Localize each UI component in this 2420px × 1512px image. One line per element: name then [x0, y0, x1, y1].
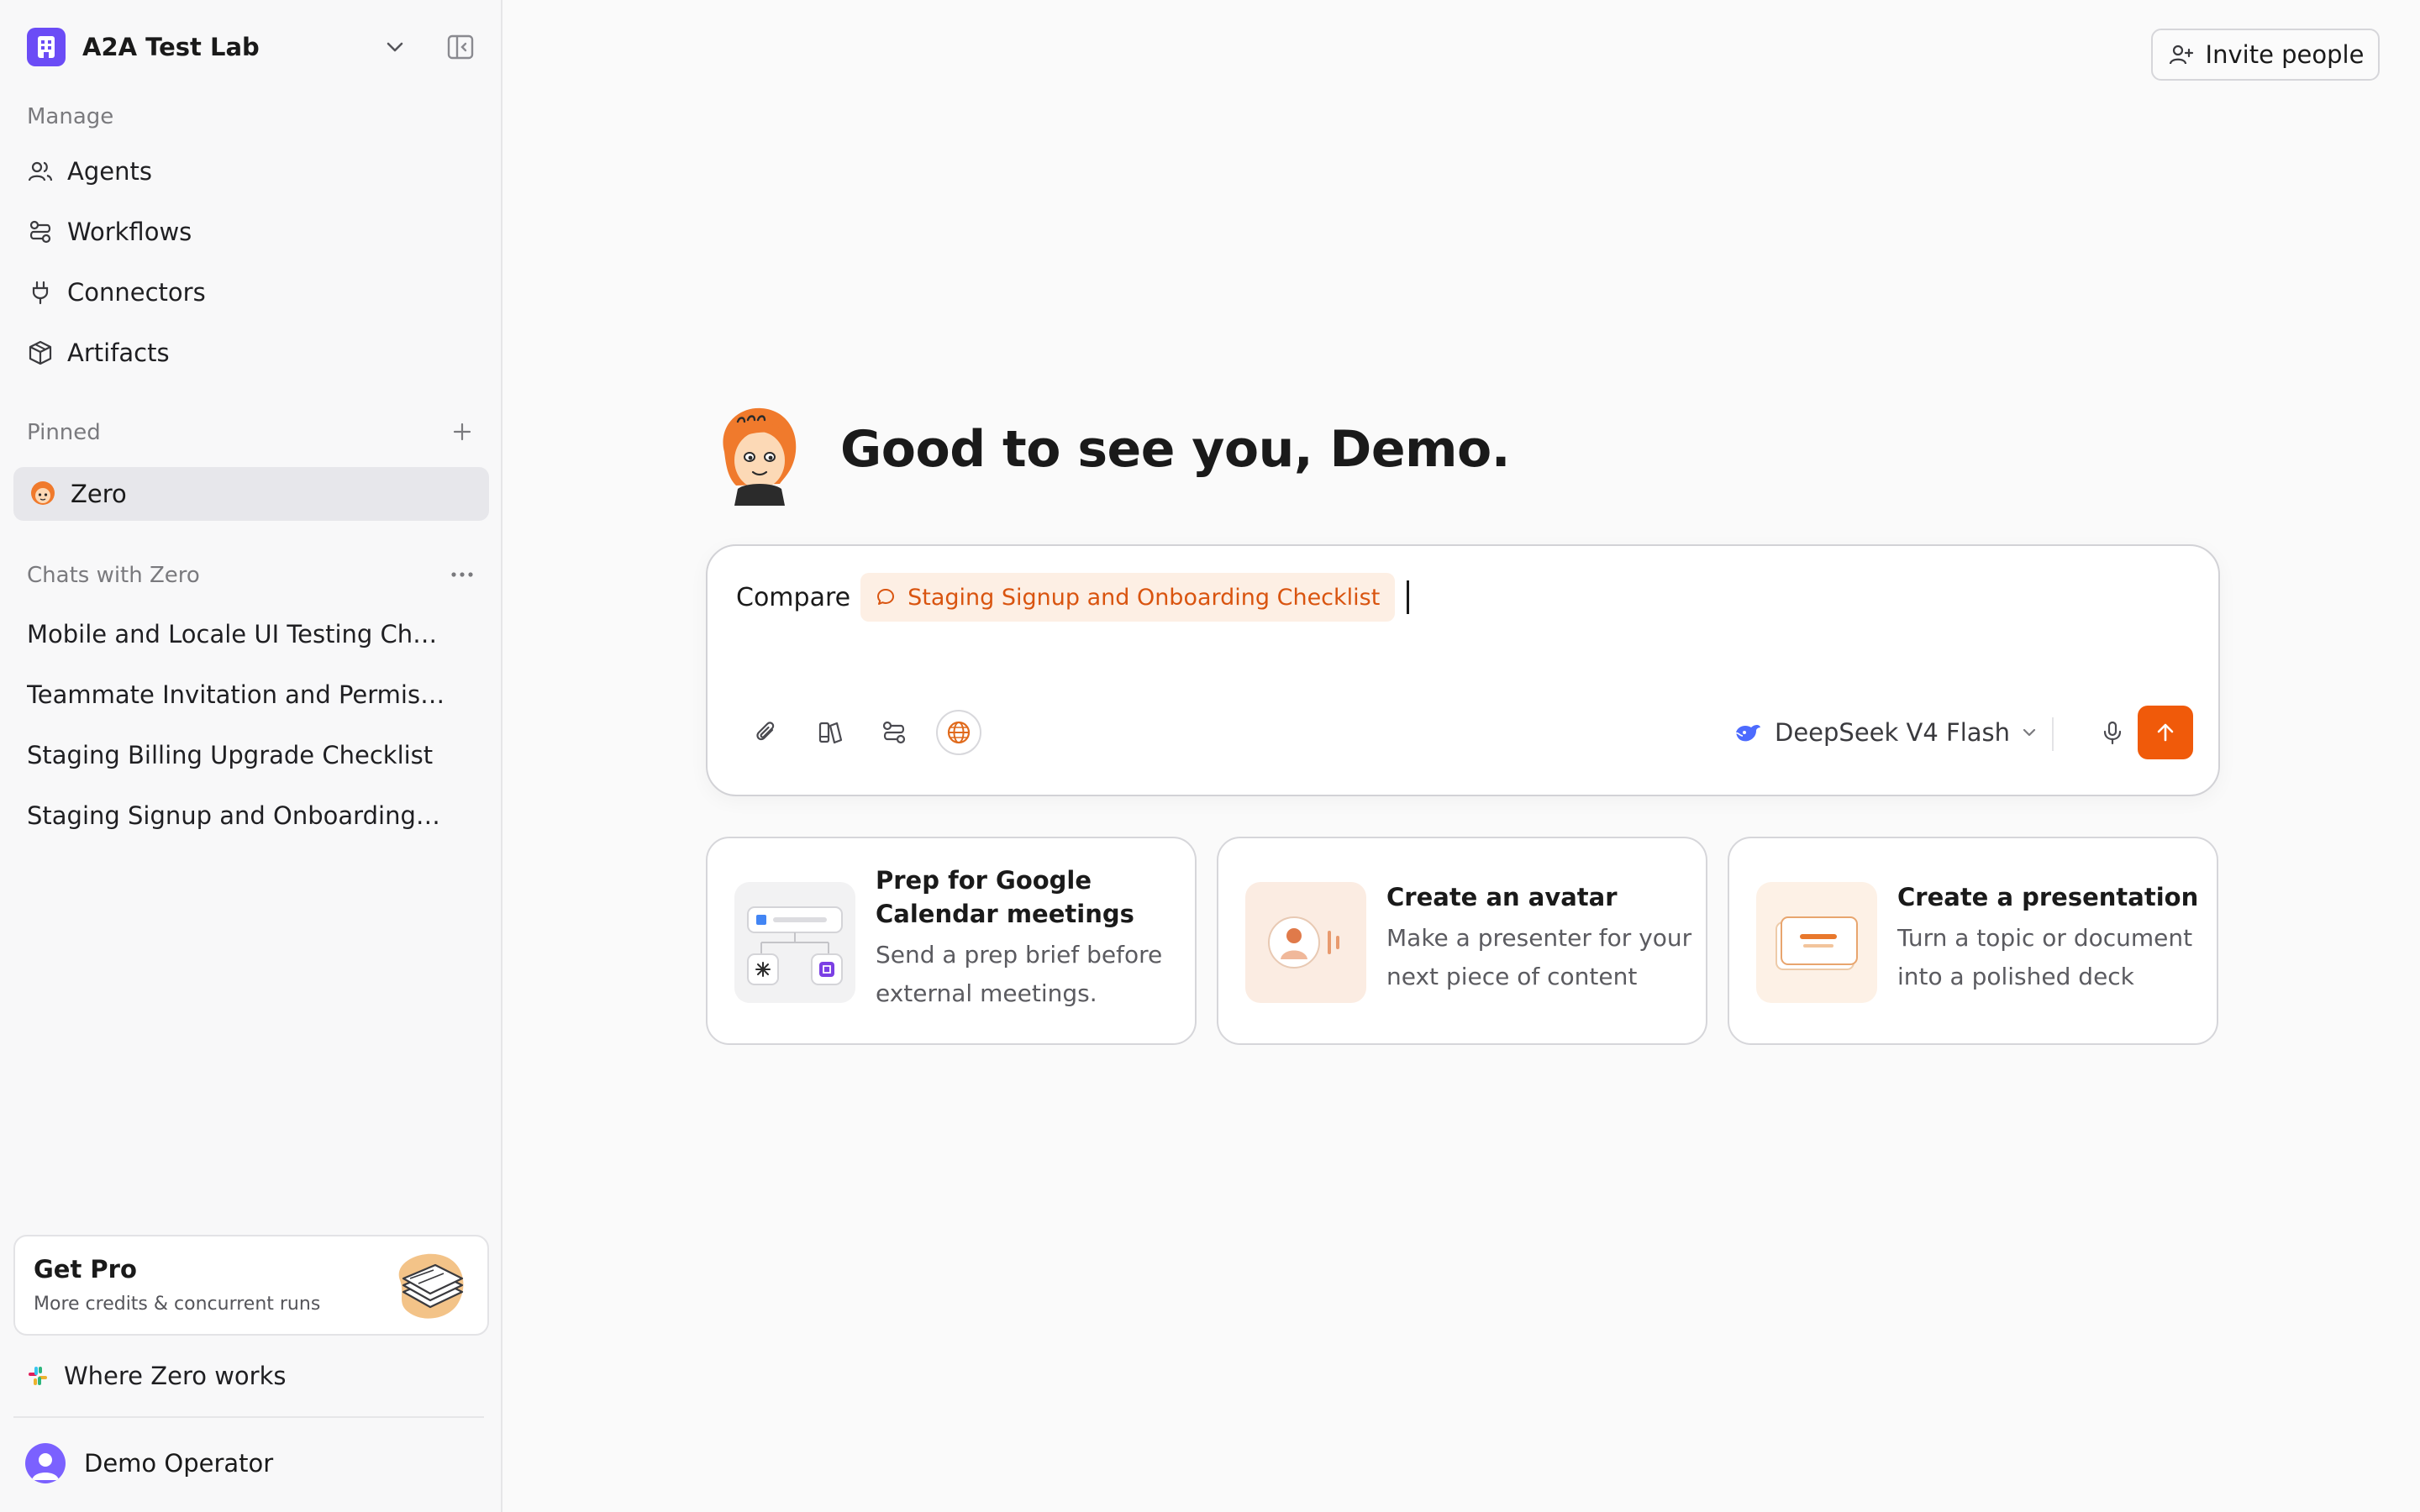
workflow-icon: [29, 220, 51, 244]
deepseek-whale-icon: [1733, 725, 1760, 742]
plug-icon: [32, 281, 49, 305]
chat-item[interactable]: Mobile and Locale UI Testing Chec...: [27, 620, 447, 648]
users-icon: [28, 161, 53, 181]
text-caret: [1407, 580, 1410, 614]
voice-input-button[interactable]: [2094, 714, 2131, 751]
card-title: Create an avatar: [1386, 883, 1618, 911]
pro-subtitle: More credits & concurrent runs: [34, 1294, 321, 1315]
send-button[interactable]: [2138, 706, 2193, 759]
chevron-down-icon: [2023, 728, 2036, 737]
model-selector[interactable]: DeepSeek V4 Flash: [1733, 714, 2040, 751]
manage-label: Manage: [27, 104, 114, 129]
arrow-up-icon: [2157, 723, 2174, 742]
pinned-label: Pinned: [27, 420, 101, 445]
calendar-flow-icon: [734, 882, 855, 1003]
sidebar-item-workflows[interactable]: Workflows: [27, 210, 481, 254]
zero-mascot-icon: [723, 407, 797, 506]
slack-icon: [29, 1367, 47, 1385]
chat-item[interactable]: Teammate Invitation and Permissi...: [27, 680, 447, 709]
chat-item[interactable]: Staging Signup and Onboarding C...: [27, 801, 447, 830]
composer-text: Compare: [736, 582, 851, 612]
presentation-deck-icon: [1756, 882, 1877, 1003]
chat-bubble-icon: [877, 589, 895, 605]
suggestion-card-presentation[interactable]: Create a presentation Turn a topic or do…: [1728, 837, 2218, 1045]
book-icon: [818, 722, 843, 744]
invite-label: Invite people: [2205, 40, 2365, 69]
card-description: Make a presenter for your next piece of …: [1386, 924, 1692, 990]
sidebar-item-label: Artifacts: [67, 339, 170, 367]
sidebar-item-label: Agents: [67, 157, 152, 186]
library-button[interactable]: [812, 714, 849, 751]
sidebar-item-agents[interactable]: Agents: [27, 150, 481, 193]
where-zero-works-link[interactable]: Where Zero works: [25, 1359, 286, 1393]
composer-input[interactable]: Compare Staging Signup and Onboarding Ch…: [736, 573, 1410, 622]
globe-icon: [947, 721, 971, 744]
sidebar-item-artifacts[interactable]: Artifacts: [27, 331, 481, 375]
stack-illustration-icon: [398, 1253, 464, 1319]
card-description: Turn a topic or document into a polished…: [1897, 924, 2193, 990]
get-pro-card[interactable]: Get Pro More credits & concurrent runs: [13, 1235, 489, 1336]
suggestion-card-calendar[interactable]: Prep for Google Calendar meetings Send a…: [706, 837, 1197, 1045]
workspace-switcher[interactable]: A2A Test Lab: [27, 27, 476, 67]
plus-icon[interactable]: [449, 418, 476, 445]
chevron-down-icon[interactable]: [380, 32, 410, 62]
mention-label: Staging Signup and Onboarding Checklist: [908, 584, 1381, 611]
user-name: Demo Operator: [84, 1449, 274, 1478]
sidebar-item-connectors[interactable]: Connectors: [27, 270, 481, 314]
sidebar-item-label: Connectors: [67, 278, 206, 307]
card-title: Prep for Google Calendar meetings: [876, 866, 1134, 928]
composer-divider: [2052, 717, 2054, 751]
user-plus-icon: [2169, 45, 2193, 65]
more-horizontal-icon[interactable]: [447, 563, 477, 586]
chat-item[interactable]: Staging Billing Upgrade Checklist: [27, 741, 447, 769]
chat-composer[interactable]: Compare Staging Signup and Onboarding Ch…: [706, 544, 2220, 796]
card-description: Send a prep brief before external meetin…: [876, 941, 1163, 1007]
attach-button[interactable]: [748, 714, 785, 751]
mention-chip[interactable]: Staging Signup and Onboarding Checklist: [860, 573, 1396, 622]
where-zero-label: Where Zero works: [64, 1362, 287, 1390]
web-search-toggle[interactable]: [936, 710, 981, 755]
avatar-presenter-icon: [1245, 882, 1366, 1003]
pro-title: Get Pro: [34, 1255, 137, 1284]
pinned-item-label: Zero: [71, 480, 127, 508]
paperclip-icon: [756, 722, 775, 741]
greeting-title: Good to see you, Demo.: [840, 420, 1511, 479]
sidebar-collapse-icon[interactable]: [445, 32, 476, 62]
model-name: DeepSeek V4 Flash: [1775, 718, 2011, 747]
sidebar: A2A Test Lab Manage Agents Workflows Con…: [0, 0, 502, 1512]
sidebar-divider: [13, 1416, 484, 1418]
suggestion-card-avatar[interactable]: Create an avatar Make a presenter for yo…: [1217, 837, 1707, 1045]
workspace-name: A2A Test Lab: [82, 33, 260, 61]
user-menu[interactable]: Demo Operator: [25, 1443, 273, 1483]
workflow-button[interactable]: [876, 714, 913, 751]
building-icon: [27, 28, 66, 66]
zero-avatar-icon: [31, 481, 55, 505]
user-avatar: [25, 1443, 66, 1483]
chats-label: Chats with Zero: [27, 563, 200, 588]
invite-people-button[interactable]: Invite people: [2151, 29, 2380, 81]
sidebar-item-label: Workflows: [67, 218, 192, 246]
workflow-icon: [882, 721, 906, 744]
microphone-icon: [2103, 721, 2122, 745]
cube-icon: [29, 340, 52, 365]
card-title: Create a presentation: [1897, 883, 2199, 911]
pinned-item-zero[interactable]: Zero: [13, 467, 489, 521]
